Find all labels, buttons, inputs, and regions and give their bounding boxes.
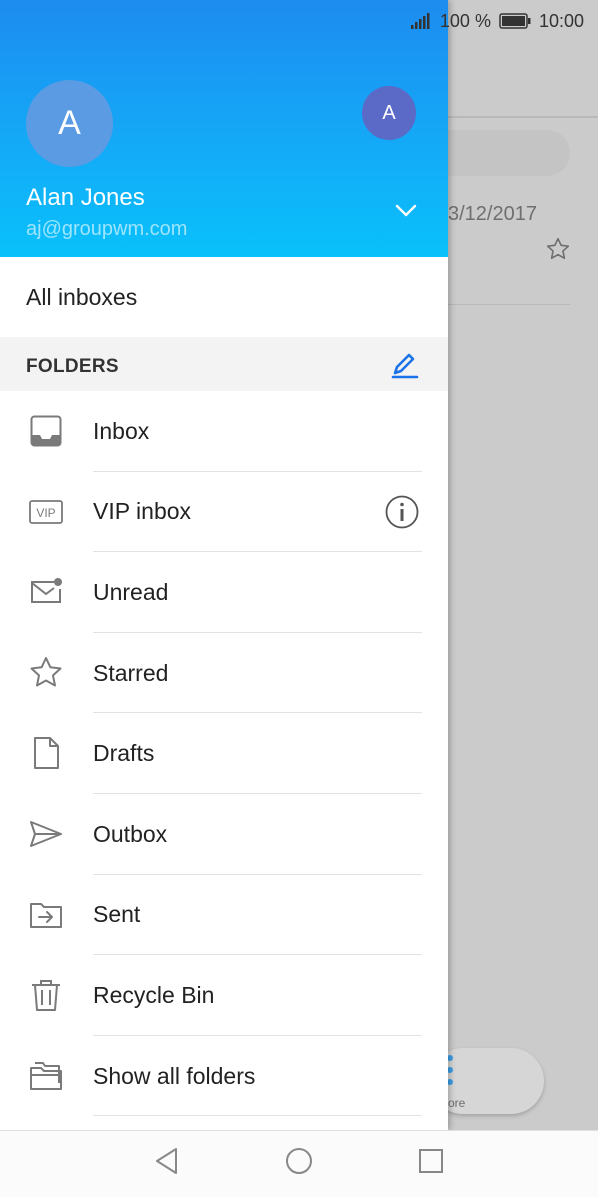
background-star-icon <box>546 237 570 260</box>
folder-label: Starred <box>93 659 169 686</box>
background-more-label: ore <box>448 1096 466 1110</box>
account-name: Alan Jones <box>26 184 145 211</box>
inbox-icon <box>30 415 62 447</box>
secondary-account-avatar[interactable]: A <box>362 86 416 140</box>
folder-item-inbox[interactable]: Inbox <box>0 391 448 472</box>
folders-title: FOLDERS <box>26 356 119 377</box>
star-icon <box>30 656 62 687</box>
folder-item-sent[interactable]: Sent <box>0 875 448 956</box>
account-avatar[interactable]: A <box>26 80 113 167</box>
send-icon <box>30 820 62 847</box>
home-icon[interactable] <box>284 1146 314 1176</box>
recent-apps-icon[interactable] <box>416 1146 446 1176</box>
folders-icon <box>30 1061 62 1090</box>
background-search-bar <box>448 130 570 176</box>
folder-item-outbox[interactable]: Outbox <box>0 794 448 875</box>
navigation-drawer: A A Alan Jones aj@groupwm.com All inboxe… <box>0 0 448 1130</box>
battery-icon <box>499 13 531 29</box>
edit-pencil-icon[interactable] <box>390 350 420 380</box>
folder-label: Outbox <box>93 820 168 847</box>
folder-label: VIP inbox <box>93 498 192 525</box>
folder-item-unread[interactable]: Unread <box>0 552 448 633</box>
trash-icon <box>32 980 60 1012</box>
sent-folder-icon <box>30 902 62 928</box>
folder-item-vip-inbox[interactable]: VIP VIP inbox <box>0 472 448 553</box>
folder-item-drafts[interactable]: Drafts <box>0 713 448 794</box>
svg-text:VIP: VIP <box>36 506 55 520</box>
info-icon[interactable] <box>384 494 420 530</box>
folder-label: Inbox <box>93 417 150 444</box>
signal-icon <box>410 13 430 29</box>
back-icon[interactable] <box>152 1146 182 1176</box>
background-list-divider <box>448 304 570 305</box>
all-inboxes-label: All inboxes <box>26 283 138 310</box>
clock: 10:00 <box>538 10 584 31</box>
chevron-down-icon[interactable] <box>394 200 418 220</box>
vip-icon: VIP <box>29 499 63 524</box>
folder-label: Show all folders <box>93 1062 256 1089</box>
folder-label: Unread <box>93 578 169 605</box>
folder-item-recycle-bin[interactable]: Recycle Bin <box>0 955 448 1036</box>
folder-item-show-all[interactable]: Show all folders <box>0 1036 448 1117</box>
unread-mail-icon <box>31 578 62 604</box>
folder-label: Recycle Bin <box>93 981 215 1008</box>
account-email: aj@groupwm.com <box>26 218 188 240</box>
folder-item-starred[interactable]: Starred <box>0 633 448 714</box>
folder-label: Sent <box>93 901 141 928</box>
folder-divider <box>93 1115 422 1117</box>
folder-label: Drafts <box>93 740 155 767</box>
status-bar: 100 % 10:00 <box>410 9 584 33</box>
background-toolbar-divider <box>448 116 598 118</box>
folder-list: Inbox VIP VIP inbox Unread Starred Draft… <box>0 391 448 1117</box>
background-email-date: 3/12/2017 <box>448 203 537 225</box>
all-inboxes-item[interactable]: All inboxes <box>0 257 448 337</box>
draft-icon <box>34 737 59 770</box>
battery-percent: 100 % <box>439 10 491 31</box>
